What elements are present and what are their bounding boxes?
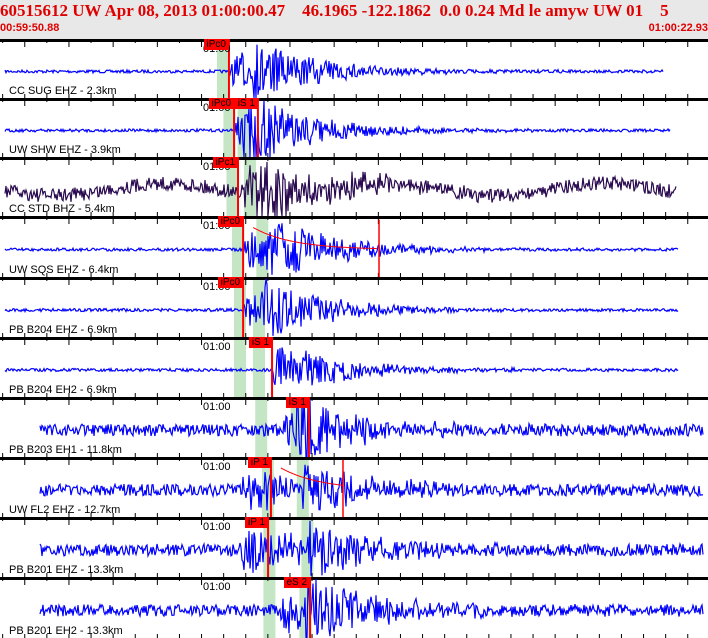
station-label: UW SQS EHZ - 6.4km xyxy=(9,264,119,276)
phase-pick-flag[interactable]: iPc0 xyxy=(203,39,229,50)
waveform-panel[interactable]: 01:00iPc0iS 1UW SHW EHZ - 3.9km xyxy=(0,98,708,157)
phase-pick-flag[interactable]: iPc1 xyxy=(212,157,239,168)
waveform-trace xyxy=(39,397,704,457)
phase-pick-flag[interactable]: iS 1 xyxy=(285,397,309,408)
waveform-trace xyxy=(39,464,704,511)
waveform-panel[interactable]: 01:00 iS 1 PB B204 EH2 - 6.9km xyxy=(0,337,708,397)
waveform-panel[interactable]: 01:00 eS 2 PB B201 EH2 - 13.3km xyxy=(0,577,708,638)
waveform-trace xyxy=(4,347,679,386)
station-label: UW SHW EHZ - 3.9km xyxy=(9,144,121,156)
panel-divider xyxy=(0,397,708,400)
waveform-panel[interactable]: 01:00iPc0CC SUG EHZ - 2.3km xyxy=(0,39,708,98)
phase-pick-flag[interactable]: iPc0 xyxy=(217,277,244,288)
station-label: PB B201 EH2 - 13.3km xyxy=(9,625,123,637)
station-label: PB B203 EH1 - 11.8km xyxy=(9,444,122,456)
view-end-time: 01:00:22.93 xyxy=(648,22,708,34)
waveform-trace xyxy=(39,520,704,576)
time-label: 01:00 xyxy=(203,521,231,533)
panel-divider xyxy=(0,98,708,101)
phase-pick-flag[interactable]: iP 1 xyxy=(247,457,271,468)
station-label: CC STD BHZ - 5.4km xyxy=(9,203,115,215)
panel-divider xyxy=(0,517,708,520)
waveform-panel[interactable]: 01:00iPc1CC STD BHZ - 5.4km xyxy=(0,157,708,216)
event-title: 60515612 UW Apr 08, 2013 01:00:00.47 46.… xyxy=(0,1,669,20)
station-label: CC SUG EHZ - 2.3km xyxy=(9,85,117,97)
panel-divider xyxy=(0,216,708,219)
panel-divider xyxy=(0,457,708,460)
waveform-panel[interactable]: 01:00 iS 1 PB B203 EH1 - 11.8km xyxy=(0,397,708,457)
event-header: 60515612 UW Apr 08, 2013 01:00:00.47 46.… xyxy=(0,0,708,39)
station-label: PB B201 EHZ - 13.3km xyxy=(9,564,124,576)
time-label: 01:00 xyxy=(203,341,231,353)
waveform-panel[interactable]: 01:00 iP 1 PB B201 EHZ - 13.3km xyxy=(0,517,708,577)
view-start-time: 00:59:50.88 xyxy=(0,22,60,34)
waveform-trace xyxy=(39,578,704,638)
panel-divider xyxy=(0,337,708,340)
panel-divider xyxy=(0,277,708,280)
panel-divider xyxy=(0,577,708,580)
panel-divider xyxy=(0,39,708,42)
phase-pick-flag[interactable]: eS 2 xyxy=(283,577,311,588)
phase-pick-flag[interactable]: iP 1 xyxy=(245,517,269,528)
phase-pick-flag[interactable]: iS 1 xyxy=(248,337,273,348)
phase-pick-flag[interactable]: iPc0 xyxy=(217,216,244,227)
waveform-panels[interactable]: 01:00iPc0CC SUG EHZ - 2.3km01:00iPc0iS 1… xyxy=(0,39,708,638)
station-label: UW FL2 EHZ - 12.7km xyxy=(9,504,121,516)
phase-pick-flag[interactable]: iPc0 xyxy=(208,98,235,109)
waveform-panel[interactable]: 01:00iPc0UW SQS EHZ - 6.4km xyxy=(0,216,708,277)
time-label: 01:00 xyxy=(203,401,231,413)
time-label: 01:00 xyxy=(203,461,231,473)
station-label: PB B204 EHZ - 6.9km xyxy=(9,324,118,336)
station-label: PB B204 EH2 - 6.9km xyxy=(9,384,117,396)
phase-pick-flag[interactable]: iS 1 xyxy=(234,98,258,109)
p-theoretical-band xyxy=(234,337,247,397)
waveform-panel[interactable]: 01:00 iP 1 UW FL2 EHZ - 12.7km xyxy=(0,457,708,517)
panel-divider xyxy=(0,157,708,160)
time-label: 01:00 xyxy=(203,581,231,593)
waveform-panel[interactable]: 01:00iPc0PB B204 EHZ - 6.9km xyxy=(0,277,708,337)
